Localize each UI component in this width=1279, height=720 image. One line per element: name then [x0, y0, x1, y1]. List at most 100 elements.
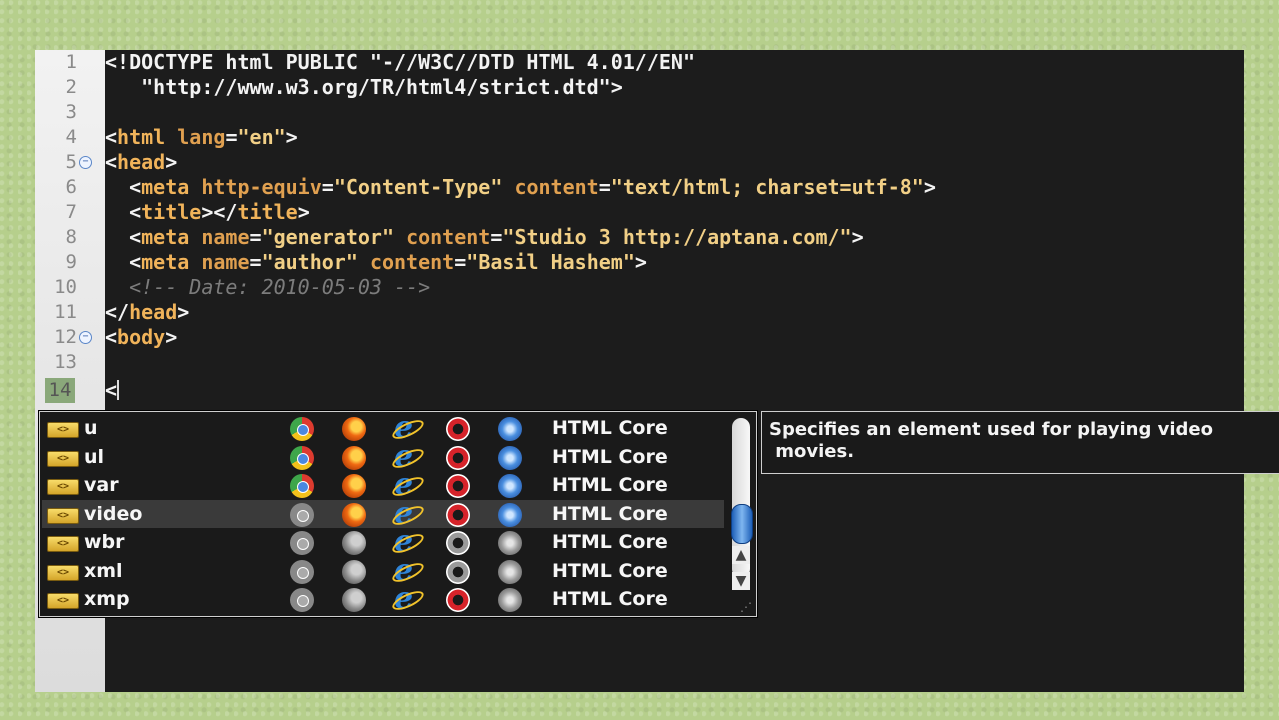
autocomplete-item-label: u	[84, 417, 98, 439]
punct: <	[105, 250, 142, 274]
minus-circle-icon[interactable]: −	[79, 156, 92, 169]
opera-icon	[446, 445, 470, 470]
minus-circle-icon[interactable]: −	[79, 331, 92, 344]
code-line-4[interactable]: <html lang="en">	[105, 125, 298, 150]
punct: </	[105, 300, 130, 324]
autocomplete-item-label: ul	[84, 445, 105, 468]
tag-name: body	[117, 325, 166, 349]
attr-value: "Studio 3 http://aptana.com/"	[502, 225, 852, 249]
tag-icon: <>	[47, 536, 79, 552]
code-line-14[interactable]: <	[105, 378, 120, 403]
punct: <	[105, 125, 118, 149]
autocomplete-scrollbar[interactable]: ▲ ▼ ⋰	[728, 418, 754, 614]
line-number: 11	[54, 301, 77, 323]
attr-name: name	[201, 225, 250, 249]
code-line-2[interactable]: "http://www.w3.org/TR/html4/strict.dtd">	[105, 75, 623, 100]
punct: >	[285, 125, 298, 149]
punct: <	[105, 225, 142, 249]
attr-name: content	[514, 175, 599, 199]
autocomplete-item-library: HTML Core	[552, 588, 668, 610]
ie-icon: e	[394, 441, 418, 471]
tag-name: head	[129, 300, 178, 324]
autocomplete-item-xmp[interactable]: <> xmp e HTML Core	[42, 584, 724, 614]
code-line-6[interactable]: <meta http-equiv="Content-Type" content=…	[105, 175, 936, 200]
autocomplete-item-var[interactable]: <> var e HTML Core	[42, 470, 724, 500]
tag-name: html	[117, 125, 166, 149]
autocomplete-item-wbr[interactable]: <> wbr e HTML Core	[42, 527, 724, 557]
code-line-11[interactable]: </head>	[105, 300, 189, 325]
chrome-icon	[290, 531, 314, 555]
tag-name: title	[141, 200, 202, 224]
tag-icon: <>	[47, 479, 79, 495]
firefox-icon	[342, 531, 366, 555]
safari-icon	[498, 445, 522, 470]
line-number: 4	[65, 126, 77, 148]
attr-name: name	[201, 250, 250, 274]
autocomplete-popup[interactable]: <> u e HTML Core <> ul e HTML Core <> var e HTML Co…	[39, 411, 757, 617]
chrome-icon	[290, 417, 314, 441]
tag-icon: <>	[47, 564, 79, 581]
code-line-10-comment[interactable]: <!-- Date: 2010-05-03 -->	[105, 275, 430, 300]
autocomplete-item-label: wbr	[84, 531, 125, 553]
ie-icon: e	[394, 527, 418, 557]
scroll-down-arrow-icon[interactable]: ▼	[732, 572, 750, 590]
scroll-up-arrow-icon[interactable]: ▲	[732, 546, 750, 564]
punct: >	[851, 225, 864, 249]
code-line-12[interactable]: <body>	[105, 325, 177, 350]
autocomplete-item-video[interactable]: <> video e HTML Core	[42, 498, 724, 528]
punct: >	[297, 200, 310, 224]
chrome-icon	[290, 502, 314, 527]
punct: >	[177, 300, 190, 324]
punct: >	[923, 175, 936, 199]
code-line-7[interactable]: <title></title>	[105, 200, 310, 225]
punct: >	[634, 250, 647, 274]
autocomplete-item-library: HTML Core	[552, 417, 668, 439]
scrollbar-thumb[interactable]	[731, 504, 753, 544]
line-number: 13	[54, 351, 77, 373]
tag-name: meta	[141, 175, 190, 199]
opera-icon	[446, 559, 470, 584]
ie-icon: e	[394, 498, 418, 528]
autocomplete-item-label: var	[84, 474, 119, 496]
code-line-1[interactable]: <!DOCTYPE html PUBLIC "-//W3C//DTD HTML …	[105, 50, 695, 75]
resize-grip-icon[interactable]: ⋰	[740, 600, 754, 614]
autocomplete-item-library: HTML Core	[552, 474, 668, 496]
tag-icon: <>	[47, 422, 79, 438]
punct: <	[105, 200, 142, 224]
punct: <	[105, 150, 118, 174]
chrome-icon	[290, 559, 314, 584]
tag-icon: <>	[47, 593, 79, 609]
line-number: 5	[65, 151, 77, 173]
autocomplete-item-label: xml	[84, 559, 123, 582]
attr-value: "en"	[237, 125, 286, 149]
attr-value: "author"	[261, 250, 358, 274]
firefox-icon	[342, 417, 366, 441]
autocomplete-item-label: xmp	[84, 588, 130, 610]
opera-icon	[446, 474, 470, 498]
punct: >	[165, 150, 178, 174]
attr-name: http-equiv	[201, 175, 322, 199]
chrome-icon	[290, 445, 314, 470]
tag-name: meta	[141, 250, 190, 274]
autocomplete-item-library: HTML Core	[552, 531, 668, 553]
attr-name: content	[406, 225, 491, 249]
code-line-5[interactable]: <head>	[105, 150, 177, 175]
code-line-8[interactable]: <meta name="generator" content="Studio 3…	[105, 225, 864, 250]
autocomplete-item-library: HTML Core	[552, 502, 668, 525]
punct: >	[165, 325, 178, 349]
firefox-icon	[342, 474, 366, 498]
ie-icon: e	[394, 470, 418, 500]
line-number: 2	[65, 76, 77, 98]
line-number: 9	[65, 251, 77, 273]
autocomplete-item-u[interactable]: <> u e HTML Core	[42, 413, 724, 443]
opera-icon	[446, 588, 470, 612]
code-line-9[interactable]: <meta name="author" content="Basil Hashe…	[105, 250, 647, 275]
autocomplete-item-ul[interactable]: <> ul e HTML Core	[42, 441, 724, 471]
safari-icon	[498, 531, 522, 555]
autocomplete-item-xml[interactable]: <> xml e HTML Core	[42, 555, 724, 585]
line-number: 8	[65, 226, 77, 248]
punct: <	[105, 378, 118, 402]
safari-icon	[498, 474, 522, 498]
autocomplete-item-library: HTML Core	[552, 445, 668, 468]
safari-icon	[498, 559, 522, 584]
